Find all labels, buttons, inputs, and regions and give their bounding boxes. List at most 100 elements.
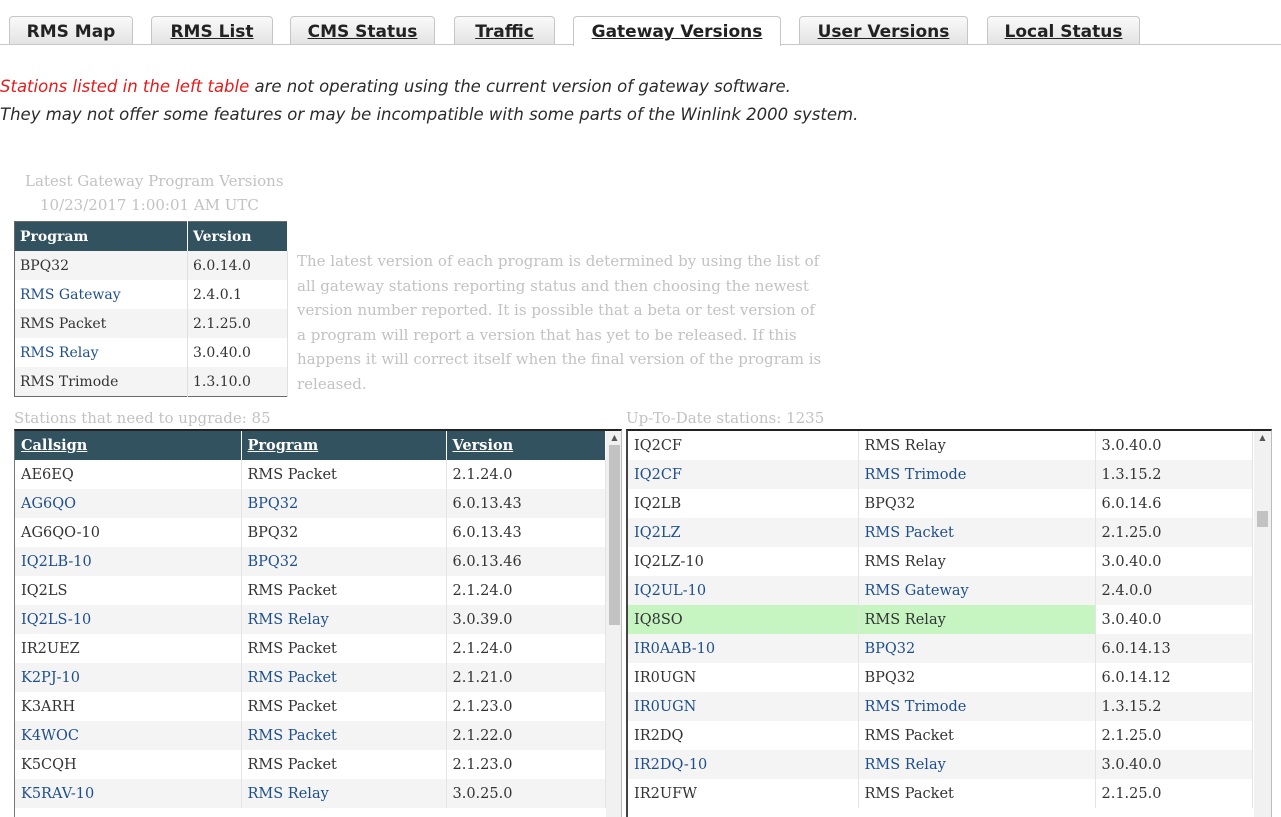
callsign: IR2UEZ (15, 634, 242, 663)
program: BPQ32 (858, 634, 1096, 663)
tab-user-versions[interactable]: User Versions (799, 16, 968, 44)
version: 3.0.25.0 (446, 779, 606, 808)
program-version: 1.3.10.0 (187, 367, 288, 397)
program: RMS Packet (241, 634, 447, 663)
program: RMS Gateway (858, 576, 1096, 605)
version: 1.3.15.2 (1095, 460, 1253, 489)
table-row: K5CQH RMS Packet 2.1.23.0 (15, 750, 606, 779)
upgrade-stations-panel[interactable]: Callsign Program Version AE6EQ RMS Packet… (14, 429, 622, 817)
uptodate-count-label: Up-To-Date stations: 1235 (626, 409, 825, 427)
tab-label: Gateway Versions (591, 22, 763, 42)
latest-versions-title: Latest Gateway Program Versions (25, 172, 284, 190)
tab-label: RMS Map (26, 22, 116, 42)
table-row: IQ2UL-10 RMS Gateway 2.4.0.0 (628, 576, 1253, 605)
tab-rms-list[interactable]: RMS List (151, 16, 273, 44)
callsign: AG6QO-10 (15, 518, 242, 547)
version: 2.1.24.0 (446, 634, 606, 663)
callsign: IQ2LB-10 (15, 547, 242, 576)
callsign: AG6QO (15, 489, 242, 518)
table-row: K4WOC RMS Packet 2.1.22.0 (15, 721, 606, 750)
notice-highlight: Stations listed in the left table (0, 77, 250, 96)
upgrade-stations-table: Callsign Program Version AE6EQ RMS Packet… (15, 431, 606, 808)
uptodate-table-scrollbar[interactable]: ▲ (1254, 431, 1271, 817)
table-row: RMS Relay 3.0.40.0 (14, 338, 288, 367)
column-header-callsign[interactable]: Callsign (15, 431, 242, 460)
program-version: 6.0.14.0 (187, 251, 288, 280)
program-name: RMS Trimode (14, 367, 188, 397)
program-name: BPQ32 (14, 251, 188, 280)
tab-rms-map[interactable]: RMS Map (9, 16, 133, 44)
callsign: IQ2LS-10 (15, 605, 242, 634)
table-row: IR2UEZ RMS Packet 2.1.24.0 (15, 634, 606, 663)
version: 2.1.23.0 (446, 750, 606, 779)
program: RMS Packet (241, 576, 447, 605)
program: BPQ32 (241, 518, 447, 547)
latest-versions-timestamp: 10/23/2017 1:00:01 AM UTC (40, 196, 259, 214)
latest-versions-table: Program Version BPQ32 6.0.14.0 RMS Gatewa… (14, 221, 288, 397)
column-header-program[interactable]: Program (241, 431, 447, 460)
callsign: IR2DQ-10 (628, 750, 859, 779)
tab-label: CMS Status (307, 22, 418, 42)
column-header-version: Version (187, 221, 288, 251)
program: RMS Packet (241, 692, 447, 721)
program: RMS Packet (241, 721, 447, 750)
program-name: RMS Packet (14, 309, 188, 338)
tab-label: User Versions (817, 22, 950, 42)
version: 2.1.22.0 (446, 721, 606, 750)
version: 6.0.13.43 (446, 518, 606, 547)
tab-local-status[interactable]: Local Status (987, 16, 1140, 44)
table-row-selected[interactable]: IQ8SO RMS Relay 3.0.40.0 (628, 605, 1253, 634)
version: 1.3.15.2 (1095, 692, 1253, 721)
notice-line-1: Stations listed in the left table are no… (0, 77, 791, 96)
program: RMS Trimode (858, 692, 1096, 721)
program: BPQ32 (858, 489, 1096, 518)
version: 3.0.40.0 (1095, 750, 1253, 779)
table-row: RMS Packet 2.1.25.0 (14, 309, 288, 338)
tab-traffic[interactable]: Traffic (454, 16, 555, 44)
scroll-up-arrow-icon[interactable]: ▲ (606, 432, 621, 444)
program: RMS Packet (241, 750, 447, 779)
scroll-up-arrow-icon[interactable]: ▲ (1254, 432, 1271, 444)
program: RMS Trimode (858, 460, 1096, 489)
callsign: K5RAV-10 (15, 779, 242, 808)
version: 3.0.40.0 (1095, 547, 1253, 576)
table-row: IR0AAB-10 BPQ32 6.0.14.13 (628, 634, 1253, 663)
program-name: RMS Relay (14, 338, 188, 367)
version-explanation: The latest version of each program is de… (297, 252, 822, 393)
version: 2.4.0.0 (1095, 576, 1253, 605)
scrollbar-thumb[interactable] (1257, 511, 1268, 527)
notice-line-2: They may not offer some features or may … (0, 105, 859, 124)
upgrade-count-label: Stations that need to upgrade: 85 (14, 409, 271, 427)
version: 3.0.39.0 (446, 605, 606, 634)
column-header-program: Program (14, 221, 188, 251)
table-row: IQ2LZ-10 RMS Relay 3.0.40.0 (628, 547, 1253, 576)
tab-gateway-versions[interactable]: Gateway Versions (573, 16, 781, 46)
callsign: K5CQH (15, 750, 242, 779)
program-version: 2.1.25.0 (187, 309, 288, 338)
program: RMS Packet (858, 721, 1096, 750)
callsign: IQ2UL-10 (628, 576, 859, 605)
program: BPQ32 (241, 547, 447, 576)
table-row: IQ2LS RMS Packet 2.1.24.0 (15, 576, 606, 605)
table-row: IQ2LZ RMS Packet 2.1.25.0 (628, 518, 1253, 547)
scrollbar-thumb[interactable] (609, 445, 620, 625)
callsign: IR2DQ (628, 721, 859, 750)
upgrade-table-scrollbar[interactable]: ▲ (606, 431, 621, 817)
callsign: IR0AAB-10 (628, 634, 859, 663)
program: RMS Relay (858, 605, 1096, 634)
table-row: RMS Gateway 2.4.0.1 (14, 280, 288, 309)
callsign: IQ2CF (628, 460, 859, 489)
callsign: IQ2LZ-10 (628, 547, 859, 576)
column-header-version[interactable]: Version (446, 431, 606, 460)
tab-cms-status[interactable]: CMS Status (290, 16, 435, 44)
table-row: IQ2LB-10 BPQ32 6.0.13.46 (15, 547, 606, 576)
table-row: AE6EQ RMS Packet 2.1.24.0 (15, 460, 606, 489)
table-row: IQ2CF RMS Relay 3.0.40.0 (628, 431, 1253, 460)
table-row: IR2UFW RMS Packet 2.1.25.0 (628, 779, 1253, 808)
program-name: RMS Gateway (14, 280, 188, 309)
callsign: IR0UGN (628, 663, 859, 692)
uptodate-stations-panel[interactable]: IQ2CF RMS Relay 3.0.40.0 IQ2CF RMS Trimode 1… (626, 429, 1272, 817)
table-row: BPQ32 6.0.14.0 (14, 251, 288, 280)
callsign: IR0UGN (628, 692, 859, 721)
program: RMS Relay (858, 547, 1096, 576)
